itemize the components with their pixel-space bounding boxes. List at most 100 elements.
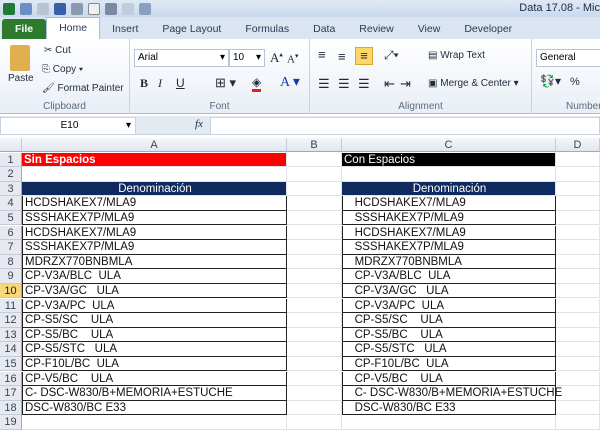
row-header[interactable]: 8 [0, 254, 22, 270]
cell-b6[interactable] [287, 225, 342, 241]
cell-c9[interactable]: CP-V3A/BLC ULA [342, 269, 556, 284]
cell-d17[interactable] [556, 386, 600, 401]
cell-d1[interactable] [556, 152, 600, 168]
cell-d9[interactable] [556, 269, 600, 284]
cell-c6[interactable]: HCDSHAKEX7/MLA9 [342, 225, 556, 241]
merge-center-button[interactable]: ▣ Merge & Center ▾ [428, 78, 519, 89]
cell-b5[interactable] [287, 210, 342, 226]
cell-a16[interactable]: CP-V5/BC ULA [22, 371, 287, 387]
row-header[interactable]: 3 [0, 181, 22, 197]
cell-c19[interactable] [342, 415, 556, 430]
tab-home[interactable]: Home [46, 17, 101, 39]
tab-review[interactable]: Review [347, 19, 405, 39]
row-header[interactable]: 18 [0, 400, 22, 416]
cell-c4[interactable]: HCDSHAKEX7/MLA9 [342, 196, 556, 211]
cell-c16[interactable]: CP-V5/BC ULA [342, 371, 556, 387]
cell-a9[interactable]: CP-V3A/BLC ULA [22, 269, 287, 284]
cell-a4[interactable]: HCDSHAKEX7/MLA9 [22, 196, 287, 211]
cell-a8[interactable]: MDRZX770BNBMLA [22, 254, 287, 270]
tab-page-layout[interactable]: Page Layout [150, 19, 233, 39]
cell-c15[interactable]: CP-F10L/BC ULA [342, 356, 556, 372]
cell-a10[interactable]: CP-V3A/GC ULA [22, 283, 287, 299]
copy-button[interactable]: ⎘ Copy ▾ [42, 64, 83, 75]
orientation-icon[interactable]: ⤢▾ [384, 48, 399, 63]
sort-icon[interactable] [105, 2, 117, 15]
tab-formulas[interactable]: Formulas [233, 19, 301, 39]
row-header[interactable]: 15 [0, 356, 22, 372]
row-header[interactable]: 5 [0, 210, 22, 226]
paste-icon[interactable] [10, 45, 30, 71]
select-all-corner[interactable] [0, 138, 22, 152]
cell-b16[interactable] [287, 371, 342, 387]
cell-c2[interactable] [342, 167, 556, 182]
row-header[interactable]: 16 [0, 371, 22, 387]
cell-b8[interactable] [287, 254, 342, 270]
format-painter-button[interactable]: 🖌 Format Painter [42, 83, 124, 94]
cell-d18[interactable] [556, 400, 600, 416]
cell-d8[interactable] [556, 254, 600, 270]
cell-d12[interactable] [556, 313, 600, 328]
cell-d16[interactable] [556, 371, 600, 387]
cell-a14[interactable]: CP-S5/STC ULA [22, 342, 287, 357]
font-color-icon[interactable]: A ▾ [280, 74, 300, 91]
cut-button[interactable]: ✂ Cut [44, 45, 71, 56]
cell-c3[interactable]: Denominación [342, 181, 556, 197]
name-box[interactable]: E10 ▾ [0, 117, 136, 135]
grow-font-icon[interactable]: A▴ [270, 50, 283, 66]
cell-b15[interactable] [287, 356, 342, 372]
borders-icon[interactable]: ⊞ ▾ [215, 75, 236, 91]
cell-c13[interactable]: CP-S5/BC ULA [342, 327, 556, 343]
save-icon[interactable] [54, 2, 66, 15]
cell-c10[interactable]: CP-V3A/GC ULA [342, 283, 556, 299]
row-header[interactable]: 11 [0, 298, 22, 314]
cell-d5[interactable] [556, 210, 600, 226]
cell-c5[interactable]: SSSHAKEX7P/MLA9 [342, 210, 556, 226]
row-header[interactable]: 10 [0, 283, 22, 299]
cell-b14[interactable] [287, 342, 342, 357]
align-center-icon[interactable]: ☰ [338, 76, 350, 92]
decrease-indent-icon[interactable]: ⇤ [384, 76, 395, 92]
row-header[interactable]: 6 [0, 225, 22, 241]
tab-view[interactable]: View [406, 19, 453, 39]
percent-button[interactable]: % [570, 76, 580, 88]
tab-file[interactable]: File [2, 19, 47, 39]
print-icon[interactable] [71, 2, 83, 15]
cell-a15[interactable]: CP-F10L/BC ULA [22, 356, 287, 372]
cell-d2[interactable] [556, 167, 600, 182]
cell-a12[interactable]: CP-S5/SC ULA [22, 313, 287, 328]
cell-b4[interactable] [287, 196, 342, 211]
font-name-select[interactable]: Arial ▾ [134, 49, 229, 67]
cell-c14[interactable]: CP-S5/STC ULA [342, 342, 556, 357]
underline-button[interactable]: U [176, 76, 185, 90]
cell-b2[interactable] [287, 167, 342, 182]
paste-button[interactable]: Paste [8, 73, 34, 84]
cell-d3[interactable] [556, 181, 600, 197]
cell-d14[interactable] [556, 342, 600, 357]
cell-a19[interactable] [22, 415, 287, 430]
cell-b10[interactable] [287, 283, 342, 299]
cell-d15[interactable] [556, 356, 600, 372]
cell-d11[interactable] [556, 298, 600, 314]
cell-a6[interactable]: HCDSHAKEX7/MLA9 [22, 225, 287, 241]
new-icon[interactable] [88, 2, 100, 15]
accounting-format-icon[interactable]: 💱▾ [540, 74, 561, 88]
cell-d19[interactable] [556, 415, 600, 430]
cell-a2[interactable] [22, 167, 287, 182]
cell-b1[interactable] [287, 152, 342, 168]
print-preview-icon[interactable] [122, 2, 134, 15]
bold-button[interactable]: B [140, 76, 148, 91]
cell-b19[interactable] [287, 415, 342, 430]
cell-c18[interactable]: DSC-W830/BC E33 [342, 400, 556, 416]
cell-d10[interactable] [556, 283, 600, 299]
row-header[interactable]: 19 [0, 415, 22, 430]
cell-b3[interactable] [287, 181, 342, 197]
cell-d6[interactable] [556, 225, 600, 241]
cell-c7[interactable]: SSSHAKEX7P/MLA9 [342, 240, 556, 255]
cell-c8[interactable]: MDRZX770BNBMLA [342, 254, 556, 270]
cell-d7[interactable] [556, 240, 600, 255]
align-right-icon[interactable]: ☰ [358, 76, 370, 92]
insert-function-icon[interactable]: fx [195, 118, 203, 130]
row-header[interactable]: 14 [0, 342, 22, 357]
cell-a17[interactable]: C- DSC-W830/B+MEMORIA+ESTUCHE [22, 386, 287, 401]
column-header-b[interactable]: B [287, 138, 342, 152]
